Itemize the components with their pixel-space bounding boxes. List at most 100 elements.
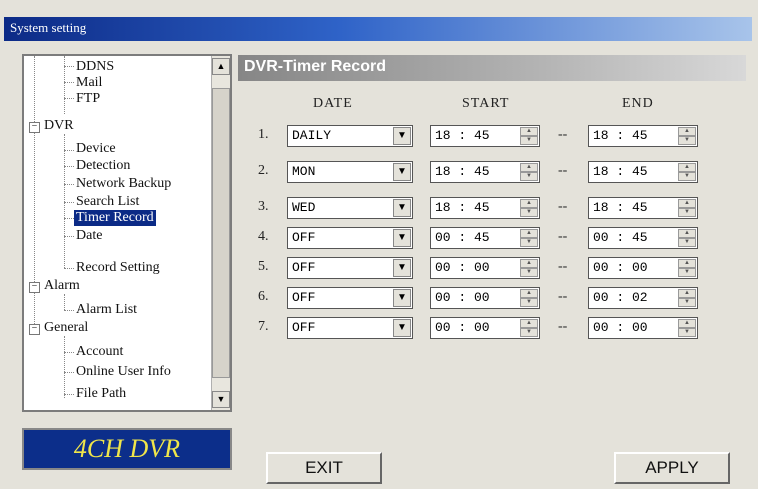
spin-icon[interactable]: ▲ ▼ xyxy=(678,289,696,307)
date-value: OFF xyxy=(292,230,316,245)
end-time-spinner[interactable]: 00 : 00 ▲ ▼ xyxy=(588,257,698,279)
tree-item-ftp[interactable]: FTP xyxy=(76,91,100,107)
dropdown-arrow-icon[interactable]: ▼ xyxy=(393,289,411,307)
date-select[interactable]: OFF ▼ xyxy=(287,227,413,249)
spin-icon[interactable]: ▲ ▼ xyxy=(678,199,696,217)
spin-icon[interactable]: ▲ ▼ xyxy=(678,319,696,337)
start-time-value: 18 : 45 xyxy=(435,128,490,143)
tree-item-device[interactable]: Device xyxy=(76,141,116,157)
spin-icon[interactable]: ▲ ▼ xyxy=(520,259,538,277)
row-number: 5. xyxy=(258,259,269,274)
start-time-value: 00 : 00 xyxy=(435,260,490,275)
tree-item-mail[interactable]: Mail xyxy=(76,75,102,91)
tree-line xyxy=(64,66,74,67)
tree-scrollbar[interactable]: ▲ ▼ xyxy=(211,56,230,410)
spin-icon[interactable]: ▲ ▼ xyxy=(520,319,538,337)
dropdown-arrow-icon[interactable]: ▼ xyxy=(393,259,411,277)
tree-item-online-user-info[interactable]: Online User Info xyxy=(76,364,171,380)
tree-line xyxy=(64,82,74,83)
start-time-spinner[interactable]: 00 : 00 ▲ ▼ xyxy=(430,287,540,309)
end-time-spinner[interactable]: 18 : 45 ▲ ▼ xyxy=(588,125,698,147)
start-time-spinner[interactable]: 00 : 00 ▲ ▼ xyxy=(430,257,540,279)
range-separator: -- xyxy=(558,289,568,304)
collapse-icon[interactable]: − xyxy=(29,282,40,293)
tree-item-ddns[interactable]: DDNS xyxy=(76,59,114,75)
exit-button[interactable]: EXIT xyxy=(266,452,382,484)
end-time-spinner[interactable]: 18 : 45 ▲ ▼ xyxy=(588,197,698,219)
row-number: 1. xyxy=(258,127,269,142)
collapse-icon[interactable]: − xyxy=(29,324,40,335)
tree-item-detection[interactable]: Detection xyxy=(76,158,130,174)
apply-button[interactable]: APPLY xyxy=(614,452,730,484)
end-time-value: 00 : 45 xyxy=(593,230,648,245)
tree-item-dvr[interactable]: DVR xyxy=(44,118,74,134)
tree-line xyxy=(64,268,74,269)
start-time-spinner[interactable]: 00 : 00 ▲ ▼ xyxy=(430,317,540,339)
dropdown-arrow-icon[interactable]: ▼ xyxy=(393,127,411,145)
dropdown-arrow-icon[interactable]: ▼ xyxy=(393,319,411,337)
row-number: 3. xyxy=(258,199,269,214)
tree-item-record-setting[interactable]: Record Setting xyxy=(76,260,160,276)
settings-tree: DDNS Mail FTP − DVR Device Detection Net… xyxy=(22,54,232,412)
end-time-spinner[interactable]: 00 : 45 ▲ ▼ xyxy=(588,227,698,249)
tree-item-network-backup[interactable]: Network Backup xyxy=(76,176,171,192)
end-time-value: 00 : 00 xyxy=(593,260,648,275)
tree-line xyxy=(64,372,74,373)
tree-item-alarm[interactable]: Alarm xyxy=(44,278,80,294)
range-separator: -- xyxy=(558,199,568,214)
tree-line xyxy=(64,166,74,167)
date-select[interactable]: MON ▼ xyxy=(287,161,413,183)
column-header-start: START xyxy=(462,96,510,111)
scroll-up-icon[interactable]: ▲ xyxy=(212,58,230,75)
end-time-spinner[interactable]: 00 : 02 ▲ ▼ xyxy=(588,287,698,309)
date-select[interactable]: DAILY ▼ xyxy=(287,125,413,147)
date-value: OFF xyxy=(292,260,316,275)
spin-icon[interactable]: ▲ ▼ xyxy=(678,163,696,181)
spin-icon[interactable]: ▲ ▼ xyxy=(520,127,538,145)
spin-icon[interactable]: ▲ ▼ xyxy=(520,199,538,217)
tree-item-file-path[interactable]: File Path xyxy=(76,386,126,402)
spin-icon[interactable]: ▲ ▼ xyxy=(678,127,696,145)
start-time-spinner[interactable]: 18 : 45 ▲ ▼ xyxy=(430,125,540,147)
spin-icon[interactable]: ▲ ▼ xyxy=(678,229,696,247)
scroll-thumb[interactable] xyxy=(212,88,230,378)
tree-item-date[interactable]: Date xyxy=(76,228,102,244)
tree-line xyxy=(64,56,65,114)
tree-item-alarm-list[interactable]: Alarm List xyxy=(76,302,137,318)
spin-icon[interactable]: ▲ ▼ xyxy=(520,229,538,247)
row-number: 7. xyxy=(258,319,269,334)
start-time-value: 18 : 45 xyxy=(435,164,490,179)
tree-item-general[interactable]: General xyxy=(44,320,88,336)
dropdown-arrow-icon[interactable]: ▼ xyxy=(393,163,411,181)
start-time-value: 00 : 00 xyxy=(435,290,490,305)
start-time-spinner[interactable]: 18 : 45 ▲ ▼ xyxy=(430,197,540,219)
tree-item-search-list[interactable]: Search List xyxy=(76,194,139,210)
start-time-spinner[interactable]: 18 : 45 ▲ ▼ xyxy=(430,161,540,183)
collapse-icon[interactable]: − xyxy=(29,122,40,133)
date-select[interactable]: OFF ▼ xyxy=(287,287,413,309)
spin-icon[interactable]: ▲ ▼ xyxy=(520,163,538,181)
brand-logo: 4CH DVR xyxy=(22,428,232,470)
date-select[interactable]: OFF ▼ xyxy=(287,317,413,339)
column-header-date: DATE xyxy=(313,96,353,111)
start-time-spinner[interactable]: 00 : 45 ▲ ▼ xyxy=(430,227,540,249)
range-separator: -- xyxy=(558,163,568,178)
dropdown-arrow-icon[interactable]: ▼ xyxy=(393,199,411,217)
spin-icon[interactable]: ▲ ▼ xyxy=(678,259,696,277)
dropdown-arrow-icon[interactable]: ▼ xyxy=(393,229,411,247)
tree-item-account[interactable]: Account xyxy=(76,344,123,360)
date-value: WED xyxy=(292,200,316,215)
date-select[interactable]: OFF ▼ xyxy=(287,257,413,279)
date-select[interactable]: WED ▼ xyxy=(287,197,413,219)
end-time-spinner[interactable]: 00 : 00 ▲ ▼ xyxy=(588,317,698,339)
start-time-value: 00 : 45 xyxy=(435,230,490,245)
spin-icon[interactable]: ▲ ▼ xyxy=(520,289,538,307)
tree-line xyxy=(64,336,65,398)
scroll-down-icon[interactable]: ▼ xyxy=(212,391,230,408)
tree-item-timer-record[interactable]: Timer Record xyxy=(74,210,156,226)
date-value: MON xyxy=(292,164,316,179)
end-time-value: 00 : 00 xyxy=(593,320,648,335)
end-time-value: 18 : 45 xyxy=(593,200,648,215)
end-time-spinner[interactable]: 18 : 45 ▲ ▼ xyxy=(588,161,698,183)
tree-line xyxy=(64,218,74,219)
